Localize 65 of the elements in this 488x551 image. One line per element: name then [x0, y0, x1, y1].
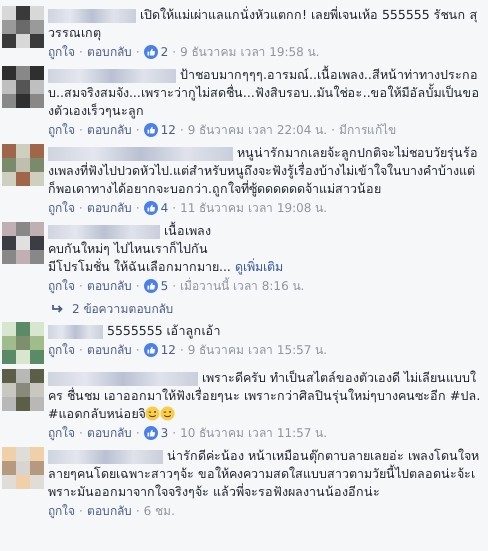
like-link[interactable]: ถูกใจ [48, 277, 75, 295]
reply-link[interactable]: ตอบกลับ [86, 424, 132, 442]
separator-dot: · [172, 425, 176, 442]
like-link[interactable]: ถูกใจ [48, 121, 75, 139]
like-link[interactable]: ถูกใจ [48, 341, 75, 359]
reply-link[interactable]: ตอบกลับ [86, 341, 132, 359]
wink-emoji-icon [160, 406, 176, 421]
reaction-count[interactable]: 2 [160, 43, 168, 61]
separator-dot: · [79, 342, 83, 359]
reply-link[interactable]: ตอบกลับ [86, 277, 132, 295]
comment-text: คบกันใหม่ๆ ไปไหนเราก็ไปกัน [48, 241, 208, 256]
separator-dot: · [136, 425, 140, 442]
reaction-count[interactable]: 4 [160, 199, 168, 217]
separator-dot: · [331, 122, 335, 139]
comment-text: มีโปรโมชั่น ให้ฉันเลือกมากมาย... [48, 259, 231, 274]
separator-dot: · [172, 278, 176, 295]
reaction-count[interactable]: 12 [160, 121, 176, 139]
thumbs-up-icon [144, 201, 158, 215]
separator-dot: · [79, 425, 83, 442]
reaction-count[interactable]: 3 [160, 424, 168, 442]
separator-dot: · [136, 342, 140, 359]
thumbs-up-icon [144, 45, 158, 59]
reaction-count[interactable]: 5 [160, 277, 168, 295]
comment-text: เปิดให้แม่เผ่าแลแกนั่งหัวแตกก! เลยพี่เจนเห้อ 555555 รัชนก สุวรรณเกตุ [48, 6, 479, 42]
redacted-name[interactable] [48, 146, 233, 161]
redacted-name[interactable] [48, 372, 198, 386]
comment-text: เนื้อเพลง [164, 223, 211, 238]
separator-dot: · [172, 200, 176, 217]
like-link[interactable]: ถูกใจ [48, 43, 75, 61]
thumbs-up-icon [144, 426, 158, 440]
reply-arrow-icon [52, 304, 64, 314]
like-link[interactable]: ถูกใจ [48, 199, 75, 217]
wink-emoji-icon [145, 406, 160, 421]
reply-link[interactable]: ตอบกลับ [86, 199, 132, 217]
reply-link[interactable]: ตอบกลับ [86, 502, 132, 520]
separator-dot: · [79, 278, 83, 295]
separator-dot: · [180, 122, 184, 139]
comment-text: ป้าชอบมากๆๆๆ.อารมณ์..เนื้อเพลง..สีหน้าท่าทางประกอบ..สมจริงสมจัง...เพราะว่ากูไม่สดชื่น...ฟังสิบรอบ..มันใช่อะ..ขอให้มีอัลบั้มเป็นของตัวเองเร็วๆนะลูก [48, 66, 481, 120]
comment-text: หนูน่ารักมากเลยจ้ะลูกปกติจะไม่ชอบวัยรุ่นร้องเพลงที่ฟังไปปวดหัวไป.แต่สำหรับหนูถึงจะฟังรู้เรื่องบ้างไม่เข้าใจในบางคำบ้างแต่ก็พอเดาทางได้อยากจะบอกว่า.ถูกใจที่ซู้ดดดดดดจ้าแม่สาวน้อย [48, 144, 479, 198]
separator-dot: · [79, 44, 83, 61]
like-link[interactable]: ถูกใจ [48, 424, 75, 442]
separator-dot: · [79, 122, 83, 139]
comment-text: 5555555 เอ้าลูกเอ้า [48, 322, 482, 340]
separator-dot: · [136, 122, 140, 139]
view-replies-link[interactable]: 2 ข้อความตอบกลับ [72, 301, 174, 317]
thumbs-up-icon [144, 343, 158, 357]
thumbs-up-icon [144, 279, 158, 293]
see-more-link[interactable]: ดูเพิ่มเติม [234, 259, 283, 274]
separator-dot: · [79, 200, 83, 217]
redacted-name[interactable] [48, 450, 163, 464]
separator-dot: · [180, 342, 184, 359]
reply-link[interactable]: ตอบกลับ [86, 121, 132, 139]
separator-dot: · [136, 44, 140, 61]
separator-dot: · [136, 200, 140, 217]
separator-dot: · [172, 44, 176, 61]
separator-dot: · [136, 278, 140, 295]
reaction-count[interactable]: 12 [160, 341, 176, 359]
reply-link[interactable]: ตอบกลับ [86, 43, 132, 61]
comment-text: เพราะดีครับ ทำเป็นสไตล์ของตัวเองดี ไม่เลียนแบบใคร ชื่นชม เอาออกมาให้ฟังเรื่อยๆนะ เพราะกว่าศิลปินรุ่นใหม่ๆบางคนซะอีก #ปล. #แอดกลับหน่อยจิ [48, 369, 482, 423]
redacted-name[interactable] [48, 324, 103, 339]
separator-dot: · [136, 503, 140, 520]
comment-text: น่ารักดีค่ะน้อง หน้าเหมือนตุ๊กตาบลายเลยอ่ะ เพลงโดนใจหลายๆคนโดยเฉพาะสาวๆจ้ะ ขอให้คงความสดใสแบบสาวตามวัยนี้ไปตลอดน่ะจ้ะเพราะมันออกมาจากใจจริงๆจ้ะ แล้วพี่จะรอฟังผลงานน้องอีกน่ะ [48, 447, 480, 501]
like-link[interactable]: ถูกใจ [48, 502, 75, 520]
separator-dot: · [79, 503, 83, 520]
thumbs-up-icon [144, 123, 158, 137]
